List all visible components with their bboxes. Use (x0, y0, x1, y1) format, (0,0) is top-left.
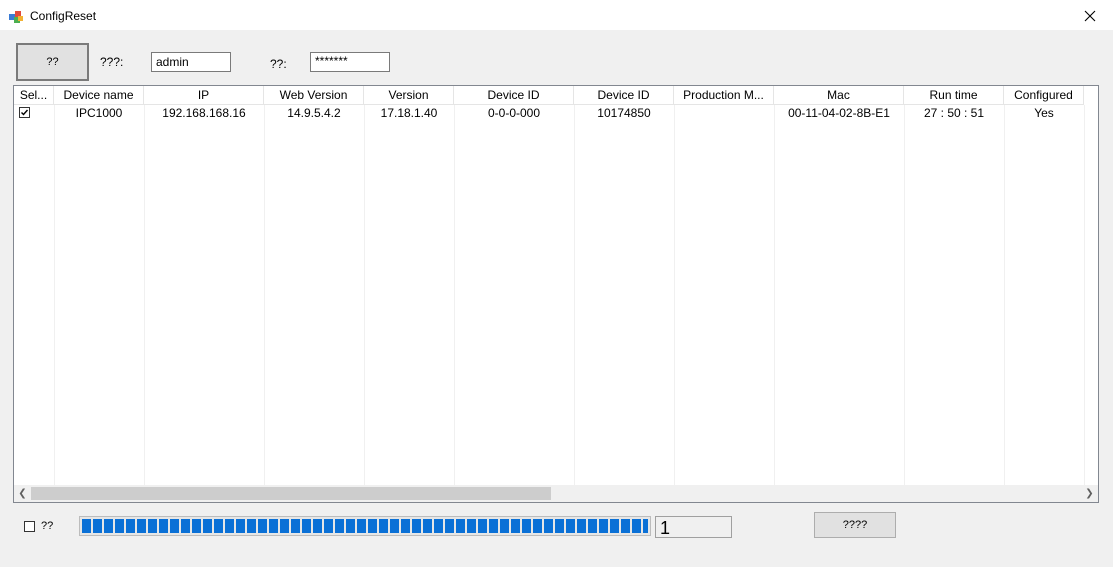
column-header[interactable]: IP (144, 86, 264, 105)
password-label: ??: (270, 57, 287, 71)
app-icon (9, 11, 23, 23)
table-cell: 0-0-0-000 (487, 106, 541, 120)
username-label: ???: (100, 55, 124, 69)
column-header[interactable]: Device ID (574, 86, 674, 105)
device-list[interactable]: Sel... Device name IP Web Version Versio… (13, 85, 1099, 503)
column-header[interactable]: Version (364, 86, 454, 105)
column-header[interactable]: Run time (904, 86, 1004, 105)
column-header[interactable]: Web Version (264, 86, 364, 105)
progress-fill (82, 519, 648, 533)
username-input[interactable]: admin (151, 52, 231, 72)
footer-action-button[interactable]: ???? (814, 512, 896, 538)
configreset-window: ConfigReset ?? ???: admin ??: ******* Se… (0, 0, 1113, 567)
horizontal-scrollbar[interactable]: ❮ ❯ (14, 485, 1098, 502)
close-button[interactable] (1067, 0, 1113, 31)
footer-checkbox[interactable] (24, 520, 35, 532)
row-checkbox[interactable] (19, 107, 30, 119)
table-cell: 14.9.5.4.2 (287, 106, 341, 120)
checkmark-icon (21, 109, 29, 116)
count-display: 1 (655, 516, 732, 538)
table-cell: 10174850 (597, 106, 651, 120)
list-grid (14, 105, 1098, 486)
title-bar: ConfigReset (0, 0, 1113, 31)
table-row[interactable]: IPC1000 192.168.168.16 14.9.5.4.2 17.18.… (14, 105, 1084, 122)
table-cell: 00-11-04-02-8B-E1 (788, 106, 890, 120)
column-header[interactable]: Production M... (674, 86, 774, 105)
list-header: Sel... Device name IP Web Version Versio… (14, 86, 1084, 105)
scrollbar-thumb[interactable] (31, 487, 551, 500)
column-header[interactable]: Configured (1004, 86, 1084, 105)
row-select-cell[interactable] (14, 105, 54, 122)
password-input[interactable]: ******* (310, 52, 390, 72)
column-header[interactable]: Device name (54, 86, 144, 105)
progress-bar (79, 516, 651, 536)
action-button[interactable]: ?? (16, 43, 89, 81)
column-header[interactable]: Device ID (454, 86, 574, 105)
table-cell: 17.18.1.40 (380, 106, 438, 120)
chevron-left-icon[interactable]: ❮ (14, 485, 31, 502)
chevron-right-icon[interactable]: ❯ (1081, 485, 1098, 502)
table-cell: 27 : 50 : 51 (923, 106, 985, 120)
column-header[interactable]: Mac (774, 86, 904, 105)
table-cell: 192.168.168.16 (162, 106, 246, 120)
table-cell: Yes (1034, 106, 1054, 120)
close-icon (1084, 10, 1096, 21)
window-title: ConfigReset (30, 9, 97, 23)
footer-checkbox-group[interactable]: ?? (24, 520, 53, 532)
table-cell (674, 105, 774, 122)
window-edge (1107, 70, 1113, 130)
footer-checkbox-label: ?? (41, 520, 54, 532)
table-cell: IPC1000 (75, 106, 123, 120)
column-header[interactable]: Sel... (14, 86, 54, 105)
